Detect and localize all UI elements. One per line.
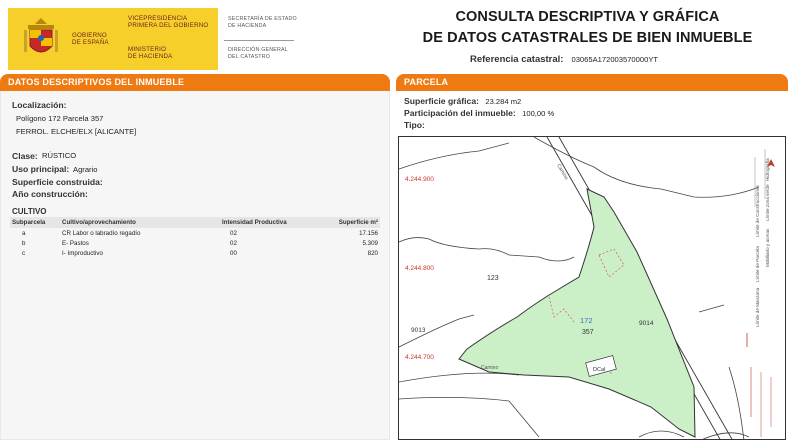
uso-value: Agrario (73, 165, 98, 174)
page-title-line2: DE DATOS CATASTRALES DE BIEN INMUEBLE (422, 30, 753, 46)
cultivo-header-row: Subparcela Cultivo/aprovechamiento Inten… (10, 217, 380, 228)
col-superficie: Superficie m² (310, 217, 380, 228)
page-title-line1: CONSULTA DESCRIPTIVA Y GRÁFICA (455, 9, 720, 25)
map-coord-label: 4.244.800 (405, 265, 434, 272)
participacion: Participación del inmueble: 100,00 % (404, 108, 554, 118)
legend-item: Hidrografía (765, 158, 770, 181)
superficie-grafica: Superficie gráfica: 23.284 m2 (404, 96, 521, 106)
gov-logo-band: GOBIERNO DE ESPAÑA VICEPRESIDENCIA PRIME… (8, 8, 218, 70)
superficie-grafica-value: 23.284 m2 (485, 97, 522, 106)
cultivo-table: Subparcela Cultivo/aprovechamiento Inten… (10, 217, 380, 258)
participacion-label: Participación del inmueble: (404, 108, 516, 118)
anio-construccion-label: Año construcción: (12, 189, 88, 199)
legend-item: Límite zona verde (765, 184, 770, 221)
descriptive-data-header: DATOS DESCRIPTIVOS DEL INMUEBLE (0, 74, 390, 91)
tipo-label: Tipo: (404, 120, 425, 130)
map-parcel-label: 123 (487, 275, 499, 282)
map-legend: Límite de Manzana Límite de Parcela Lími… (746, 149, 772, 437)
table-row: c I- Improductivo 00 820 (10, 248, 380, 258)
map-parcel-label: 172 (580, 316, 593, 325)
cell-subparcela: b (22, 239, 26, 247)
map-road-label: Camino (481, 365, 498, 371)
cell-cultivo: I- Improductivo (62, 249, 103, 257)
map-coord-label: 4.244.700 (405, 354, 434, 361)
coat-of-arms-icon (24, 18, 58, 53)
direccion-text: DIRECCIÓN GENERAL DEL CATASTRO (228, 47, 288, 60)
cell-subparcela: c (22, 249, 26, 257)
cell-intensidad: 00 (230, 249, 237, 257)
parcel-map-drawing: 4.244.900 4.244.800 4.244.700 123 172 35… (399, 137, 775, 439)
vicepresidencia-text: VICEPRESIDENCIA PRIMERA DEL GOBIERNO (128, 15, 209, 30)
map-parcel-label: 9013 (411, 327, 426, 334)
cell-cultivo: CR Labor o labradío regadío (62, 229, 141, 237)
participacion-value: 100,00 % (522, 109, 555, 118)
secretaria-text: SECRETARÍA DE ESTADO DE HACIENDA (228, 16, 297, 29)
col-subparcela: Subparcela (10, 217, 60, 228)
cell-superficie: 17.156 (359, 229, 378, 237)
uso-label: Uso principal: (12, 164, 70, 174)
cell-subparcela: a (22, 229, 26, 237)
map-parcel-label: 9014 (639, 320, 654, 327)
superficie-grafica-label: Superficie gráfica: (404, 96, 479, 106)
ref-label: Referencia catastral: (470, 54, 564, 65)
map-parcel-label: 357 (582, 329, 594, 336)
referencia-catastral: Referencia catastral: 03065A172003570000Y… (470, 54, 658, 65)
map-coord-label: 4.244.900 (405, 176, 434, 183)
ministerio-text: MINISTERIO DE HACIENDA (128, 46, 173, 61)
clase-label: Clase: (12, 151, 38, 161)
cell-intensidad: 02 (230, 239, 237, 247)
cell-superficie: 820 (367, 249, 378, 257)
parcel-map[interactable]: 4.244.900 4.244.800 4.244.700 123 172 35… (398, 136, 786, 440)
clase-value: RÚSTICO (42, 151, 77, 160)
col-intensidad: Intensidad Productiva (220, 217, 310, 228)
col-cultivo: Cultivo/aprovechamiento (60, 217, 220, 228)
map-parcel-label: DCaI (593, 367, 606, 373)
descriptive-panel (0, 91, 390, 440)
legend-item: Límite de Parcela (755, 246, 760, 282)
cell-superficie: 5.309 (362, 239, 378, 247)
ref-value: 03065A172003570000YT (571, 55, 659, 64)
superficie-construida-label: Superficie construida: (12, 177, 103, 187)
parcel-header: PARCELA (396, 74, 788, 91)
table-row: b E- Pastos 02 5.309 (10, 238, 380, 248)
table-row: a CR Labor o labradío regadío 02 17.156 (10, 228, 380, 238)
legend-item: Límite de Construcciones (755, 184, 760, 237)
cell-cultivo: E- Pastos (62, 239, 89, 247)
localizacion-label: Localización: (12, 100, 67, 110)
legend-item: Límite de Manzana (755, 287, 760, 327)
cultivo-label: CULTIVO (12, 207, 47, 216)
legend-item: Mobiliario y aceras (765, 228, 770, 267)
localizacion-line2: FERROL. ELCHE/ELX [ALICANTE] (16, 127, 137, 136)
gobierno-text: GOBIERNO DE ESPAÑA (72, 32, 109, 47)
cell-intensidad: 02 (230, 229, 237, 237)
header-divider (224, 40, 294, 41)
localizacion-line1: Polígono 172 Parcela 357 (16, 114, 104, 123)
